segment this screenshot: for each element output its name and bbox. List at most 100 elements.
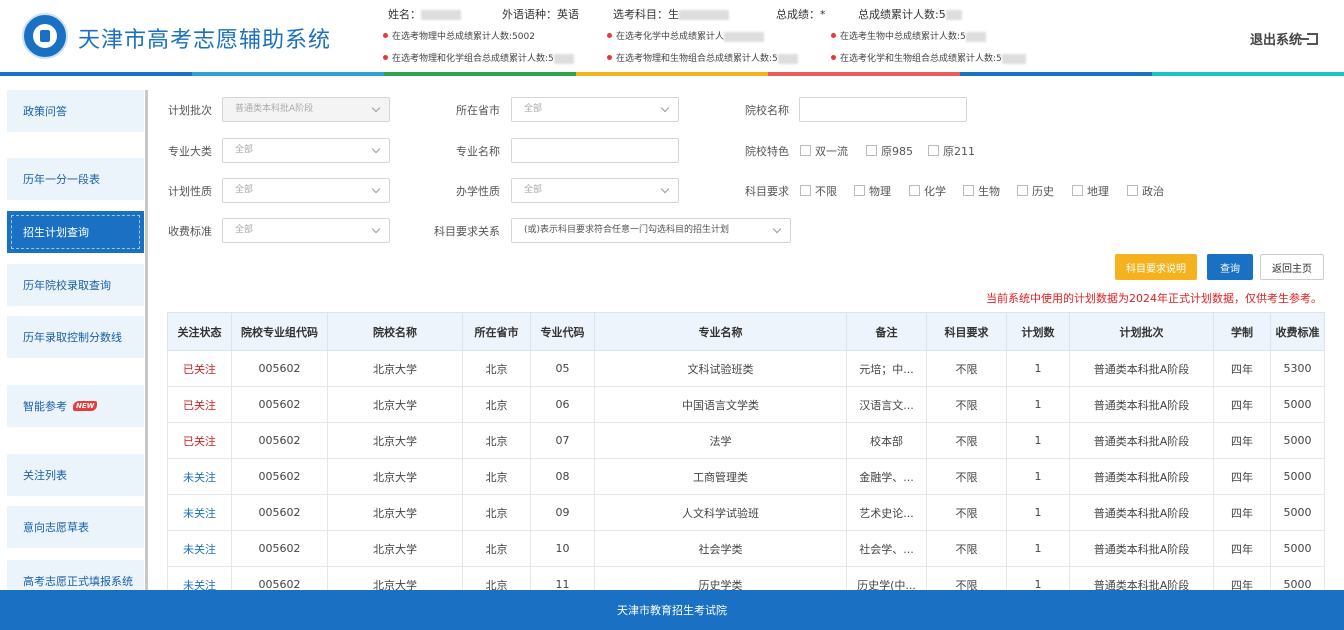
table-cell: 1 (1006, 422, 1070, 459)
table-cell: 005602 (231, 494, 328, 531)
table-cell: 1 (1006, 386, 1070, 423)
table-cell: 校本部 (846, 422, 927, 459)
table-cell: 005602 (231, 566, 328, 590)
table-cell: 09 (530, 494, 595, 531)
table-cell: 不限 (926, 350, 1007, 387)
table-cell: 北京 (462, 530, 531, 567)
follow-status-toggle[interactable]: 已关注 (167, 422, 232, 459)
table-cell: 历史学(中... (846, 566, 927, 590)
table-cell: 005602 (231, 386, 328, 423)
table-cell: 四年 (1213, 494, 1271, 531)
table-cell: 四年 (1213, 530, 1271, 567)
col-header: 学制 (1213, 312, 1271, 351)
table-cell: 中国语言文学类 (594, 386, 847, 423)
follow-status-toggle[interactable]: 未关注 (167, 530, 232, 567)
table-cell: 北京大学 (327, 458, 463, 495)
table-cell: 文科试验班类 (594, 350, 847, 387)
follow-status-toggle[interactable]: 未关注 (167, 566, 232, 590)
follow-status-toggle[interactable]: 已关注 (167, 350, 232, 387)
table-cell: 11 (530, 566, 595, 590)
table-cell: 05 (530, 350, 595, 387)
col-header: 计划数 (1006, 312, 1070, 351)
table-row: 未关注 005602 北京大学 北京 10 社会学类 社会学、... 不限 1 普通类本科批A阶段… (167, 530, 1325, 567)
table-cell: 北京 (462, 566, 531, 590)
table-cell: 005602 (231, 530, 328, 567)
table-cell: 5000 (1270, 530, 1325, 567)
footer: 天津市教育招生考试院 (0, 590, 1344, 630)
table-cell: 北京大学 (327, 350, 463, 387)
follow-status-toggle[interactable]: 未关注 (167, 494, 232, 531)
table-cell: 四年 (1213, 566, 1271, 590)
table-cell: 5000 (1270, 566, 1325, 590)
table-row: 已关注 005602 北京大学 北京 06 中国语言文学类 汉语言文... 不限 1 普通类本科批… (167, 386, 1325, 423)
table-cell: 普通类本科批A阶段 (1069, 350, 1214, 387)
table-cell: 北京大学 (327, 422, 463, 459)
table-row: 未关注 005602 北京大学 北京 08 工商管理类 金融学、... 不限 1 普通类本科批A阶… (167, 458, 1325, 495)
col-header: 收费标准 (1270, 312, 1325, 351)
col-header: 院校名称 (327, 312, 463, 351)
table-cell: 07 (530, 422, 595, 459)
table-cell: 005602 (231, 458, 328, 495)
table-cell: 1 (1006, 566, 1070, 590)
table-cell: 1 (1006, 458, 1070, 495)
table-cell: 四年 (1213, 350, 1271, 387)
table-cell: 社会学、... (846, 530, 927, 567)
table-cell: 5000 (1270, 494, 1325, 531)
table-cell: 普通类本科批A阶段 (1069, 530, 1214, 567)
col-header: 所在省市 (462, 312, 531, 351)
table-cell: 不限 (926, 386, 1007, 423)
table-cell: 北京大学 (327, 530, 463, 567)
table-cell: 金融学、... (846, 458, 927, 495)
table-cell: 普通类本科批A阶段 (1069, 422, 1214, 459)
col-header: 科目要求 (926, 312, 1007, 351)
table-cell: 北京大学 (327, 566, 463, 590)
follow-status-toggle[interactable]: 已关注 (167, 386, 232, 423)
table-cell: 普通类本科批A阶段 (1069, 494, 1214, 531)
table-cell: 法学 (594, 422, 847, 459)
table-cell: 不限 (926, 494, 1007, 531)
table-cell: 08 (530, 458, 595, 495)
table-cell: 社会学类 (594, 530, 847, 567)
table-cell: 1 (1006, 530, 1070, 567)
table-cell: 不限 (926, 458, 1007, 495)
table-cell: 5000 (1270, 386, 1325, 423)
col-header: 备注 (846, 312, 927, 351)
table-cell: 北京大学 (327, 494, 463, 531)
table-cell: 工商管理类 (594, 458, 847, 495)
table-cell: 北京 (462, 350, 531, 387)
table-cell: 005602 (231, 350, 328, 387)
table-row: 未关注 005602 北京大学 北京 11 历史学类 历史学(中... 不限 1 普通类本科批A阶… (167, 566, 1325, 590)
table-row: 已关注 005602 北京大学 北京 07 法学 校本部 不限 1 普通类本科批A阶段 四年 5000 (167, 422, 1325, 459)
table-cell: 历史学类 (594, 566, 847, 590)
table-cell: 人文科学试验班 (594, 494, 847, 531)
table-cell: 北京 (462, 458, 531, 495)
col-header: 院校专业组代码 (231, 312, 328, 351)
table-cell: 北京 (462, 494, 531, 531)
table-cell: 北京 (462, 422, 531, 459)
follow-status-toggle[interactable]: 未关注 (167, 458, 232, 495)
table-cell: 06 (530, 386, 595, 423)
table-cell: 艺术史论... (846, 494, 927, 531)
table-cell: 5000 (1270, 458, 1325, 495)
table-cell: 北京 (462, 386, 531, 423)
table-cell: 四年 (1213, 422, 1271, 459)
table-cell: 不限 (926, 422, 1007, 459)
table-cell: 5000 (1270, 422, 1325, 459)
table-cell: 005602 (231, 422, 328, 459)
col-header: 计划批次 (1069, 312, 1214, 351)
table-cell: 5300 (1270, 350, 1325, 387)
table-cell: 普通类本科批A阶段 (1069, 458, 1214, 495)
table-row: 已关注 005602 北京大学 北京 05 文科试验班类 元培；中... 不限 1 普通类本科批A… (167, 350, 1325, 387)
table-row: 未关注 005602 北京大学 北京 09 人文科学试验班 艺术史论... 不限 1 普通类本科批… (167, 494, 1325, 531)
col-header: 关注状态 (167, 312, 232, 351)
enrollment-plan-table: 关注状态 院校专业组代码 院校名称 所在省市 专业代码 专业名称 备注 科目要求… (167, 312, 1325, 590)
table-header-row: 关注状态 院校专业组代码 院校名称 所在省市 专业代码 专业名称 备注 科目要求… (167, 312, 1325, 351)
table-cell: 不限 (926, 566, 1007, 590)
table-cell: 汉语言文... (846, 386, 927, 423)
table-cell: 10 (530, 530, 595, 567)
table-cell: 元培；中... (846, 350, 927, 387)
table-cell: 四年 (1213, 386, 1271, 423)
table-cell: 不限 (926, 530, 1007, 567)
table-cell: 四年 (1213, 458, 1271, 495)
col-header: 专业名称 (594, 312, 847, 351)
